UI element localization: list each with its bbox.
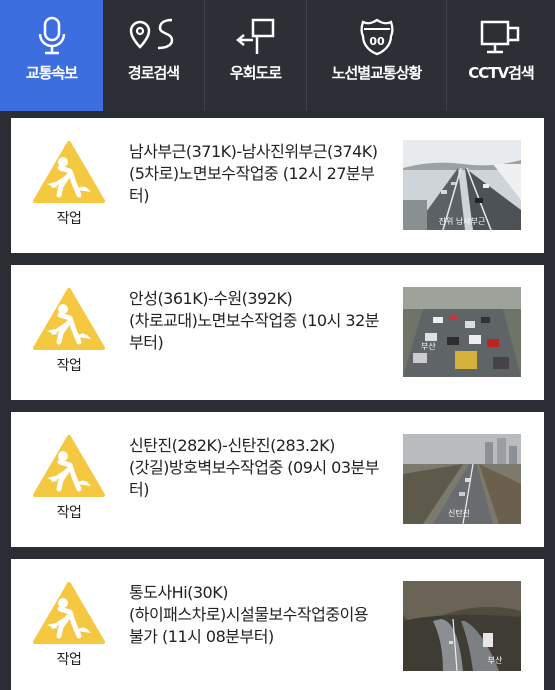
cctv-thumbnail[interactable]: 부산 [403, 581, 521, 671]
tab-label: 교통속보 [25, 64, 78, 82]
highway-shield-icon: 00 [349, 12, 405, 60]
tab-route-traffic[interactable]: 00 노선별교통상황 [307, 0, 447, 111]
incident-description: 신탄진(282K)-신탄진(283.2K) (갓길)방호벽보수작업중 (09시 … [129, 436, 379, 499]
route-icon [126, 12, 182, 60]
road-work-icon [33, 582, 105, 644]
road-work-icon [33, 288, 105, 350]
tab-traffic-news[interactable]: 교통속보 [0, 0, 103, 111]
tab-label: 경로검색 [127, 64, 180, 82]
work-badge: 작업 [33, 287, 105, 379]
work-badge: 작업 [33, 581, 105, 673]
svg-text:부산: 부산 [488, 655, 503, 665]
incident-description: 남사부근(371K)-남사진위부근(374K) (5차로)노면보수작업중 (12… [129, 142, 378, 205]
svg-text:진위 남사부근: 진위 남사부근 [439, 216, 486, 226]
work-badge: 작업 [33, 140, 105, 232]
tab-route-search[interactable]: 경로검색 [103, 0, 205, 111]
incident-card[interactable]: 작업 남사부근(371K)-남사진위부근(374K) (5차로)노면보수작업중 … [11, 118, 544, 253]
tab-label: 노선별교통상황 [331, 64, 423, 82]
microphone-icon [24, 12, 80, 60]
badge-label: 작업 [56, 211, 82, 227]
badge-label: 작업 [56, 505, 82, 521]
cctv-thumbnail[interactable]: 신탄진 [403, 434, 521, 524]
cctv-thumbnail[interactable]: 부산 [403, 287, 521, 377]
top-navigation: 교통속보 경로검색 우회도로 00 노선별교통상황 CCTV검색 [0, 0, 555, 111]
detour-icon [228, 12, 284, 60]
tab-detour[interactable]: 우회도로 [205, 0, 307, 111]
svg-text:00: 00 [369, 35, 385, 48]
incident-card[interactable]: 작업 통도사Hi(30K) (하이패스차로)시설물보수작업중이용불가 (11시 … [11, 559, 544, 690]
tab-cctv-search[interactable]: CCTV검색 [447, 0, 555, 111]
road-work-icon [33, 435, 105, 497]
cctv-monitor-icon [473, 12, 529, 60]
incident-list: 작업 남사부근(371K)-남사진위부근(374K) (5차로)노면보수작업중 … [0, 111, 555, 690]
incident-description: 안성(361K)-수원(392K) (차로교대)노면보수작업중 (10시 32분… [129, 289, 379, 352]
tab-label: CCTV검색 [468, 64, 534, 82]
work-badge: 작업 [33, 434, 105, 526]
svg-text:부산: 부산 [421, 341, 436, 351]
incident-card[interactable]: 작업 안성(361K)-수원(392K) (차로교대)노면보수작업중 (10시 … [11, 265, 544, 400]
badge-label: 작업 [56, 358, 82, 374]
road-work-icon [33, 141, 105, 203]
tab-label: 우회도로 [229, 64, 282, 82]
badge-label: 작업 [56, 652, 82, 668]
svg-text:신탄진: 신탄진 [448, 508, 470, 518]
incident-description: 통도사Hi(30K) (하이패스차로)시설물보수작업중이용불가 (11시 08분… [129, 583, 369, 646]
incident-card[interactable]: 작업 신탄진(282K)-신탄진(283.2K) (갓길)방호벽보수작업중 (0… [11, 412, 544, 547]
cctv-thumbnail[interactable]: 진위 남사부근 [403, 140, 521, 230]
